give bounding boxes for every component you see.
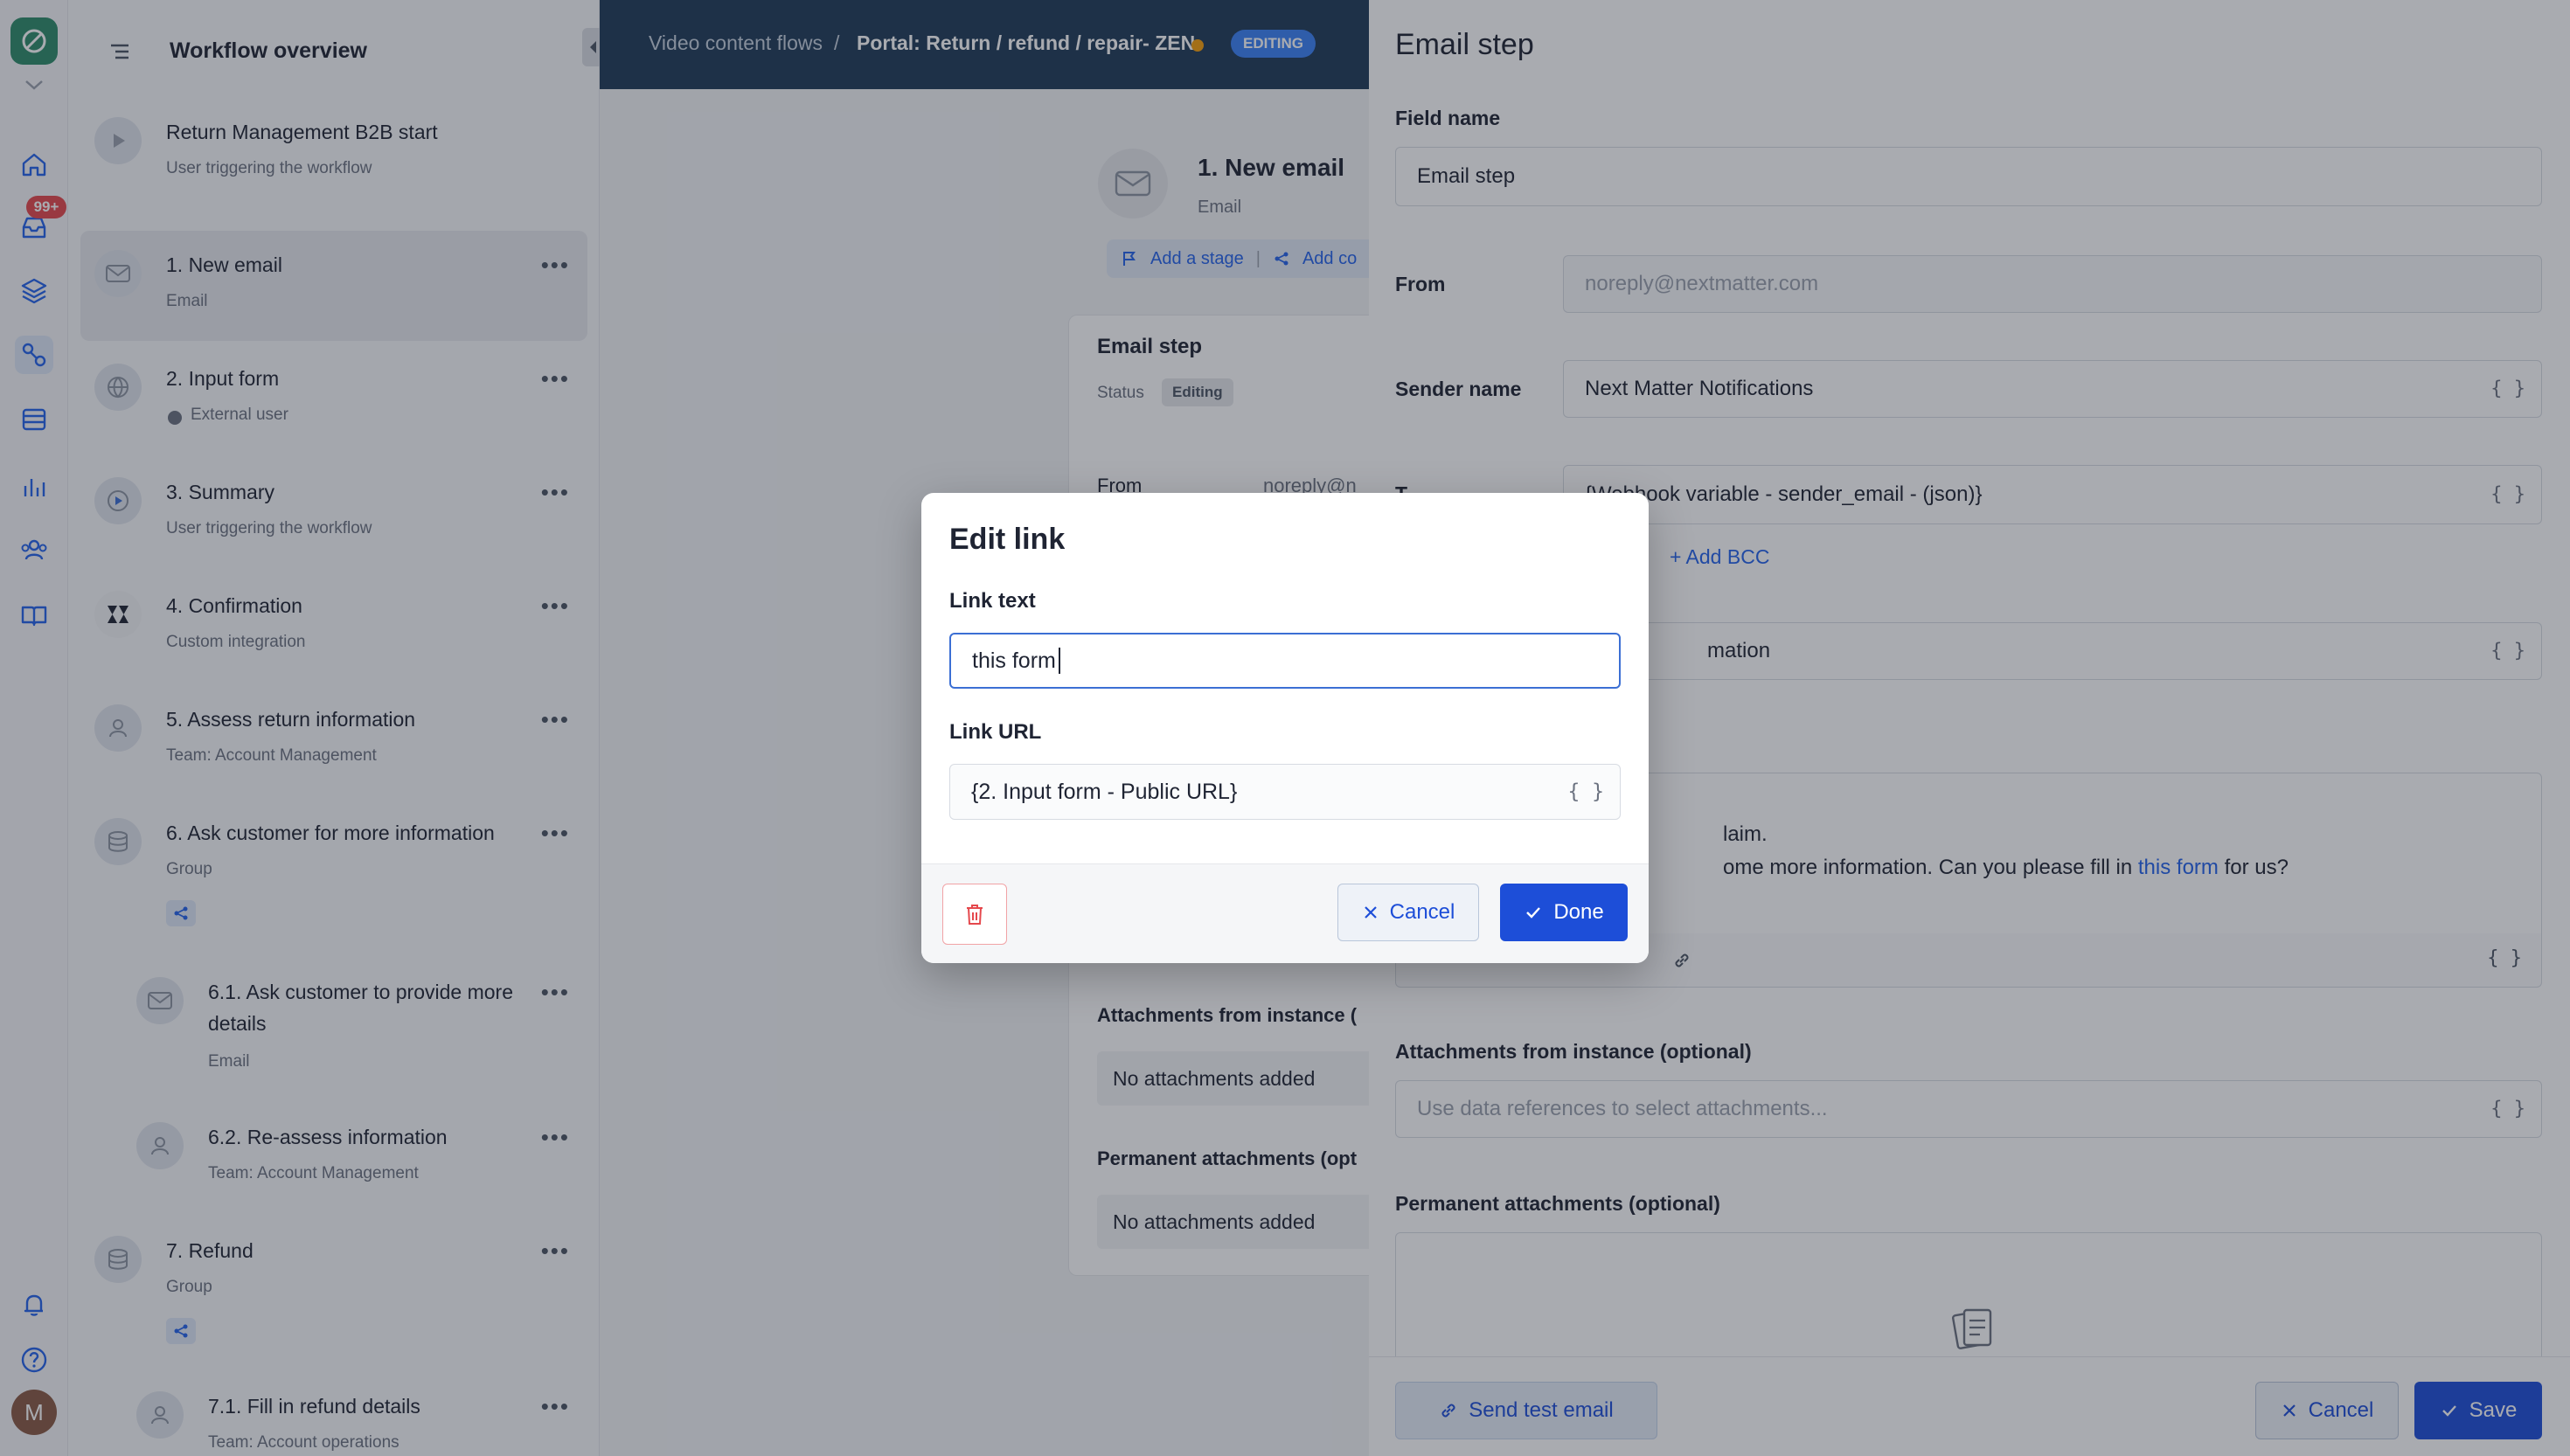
dialog-title: Edit link — [949, 523, 1066, 556]
link-url-value: {2. Input form - Public URL} — [971, 779, 1238, 804]
close-icon — [1364, 906, 1377, 919]
trash-icon — [967, 905, 983, 925]
link-text-input[interactable]: this form — [949, 633, 1621, 689]
edit-link-dialog: Edit link Link text this form Link URL {… — [921, 493, 1649, 963]
link-text-label: Link text — [949, 589, 1036, 613]
dialog-footer: Cancel Done — [921, 863, 1649, 963]
check-icon — [1526, 907, 1541, 919]
delete-link-button[interactable] — [942, 884, 1007, 945]
link-url-input[interactable]: {2. Input form - Public URL} { } — [949, 764, 1621, 820]
text-caret — [1058, 648, 1060, 674]
link-url-label: Link URL — [949, 720, 1042, 744]
dialog-done-button[interactable]: Done — [1500, 884, 1628, 941]
dialog-cancel-button[interactable]: Cancel — [1337, 884, 1479, 941]
link-text-value: this form — [972, 648, 1056, 673]
variable-picker-icon[interactable]: { } — [1567, 780, 1604, 803]
